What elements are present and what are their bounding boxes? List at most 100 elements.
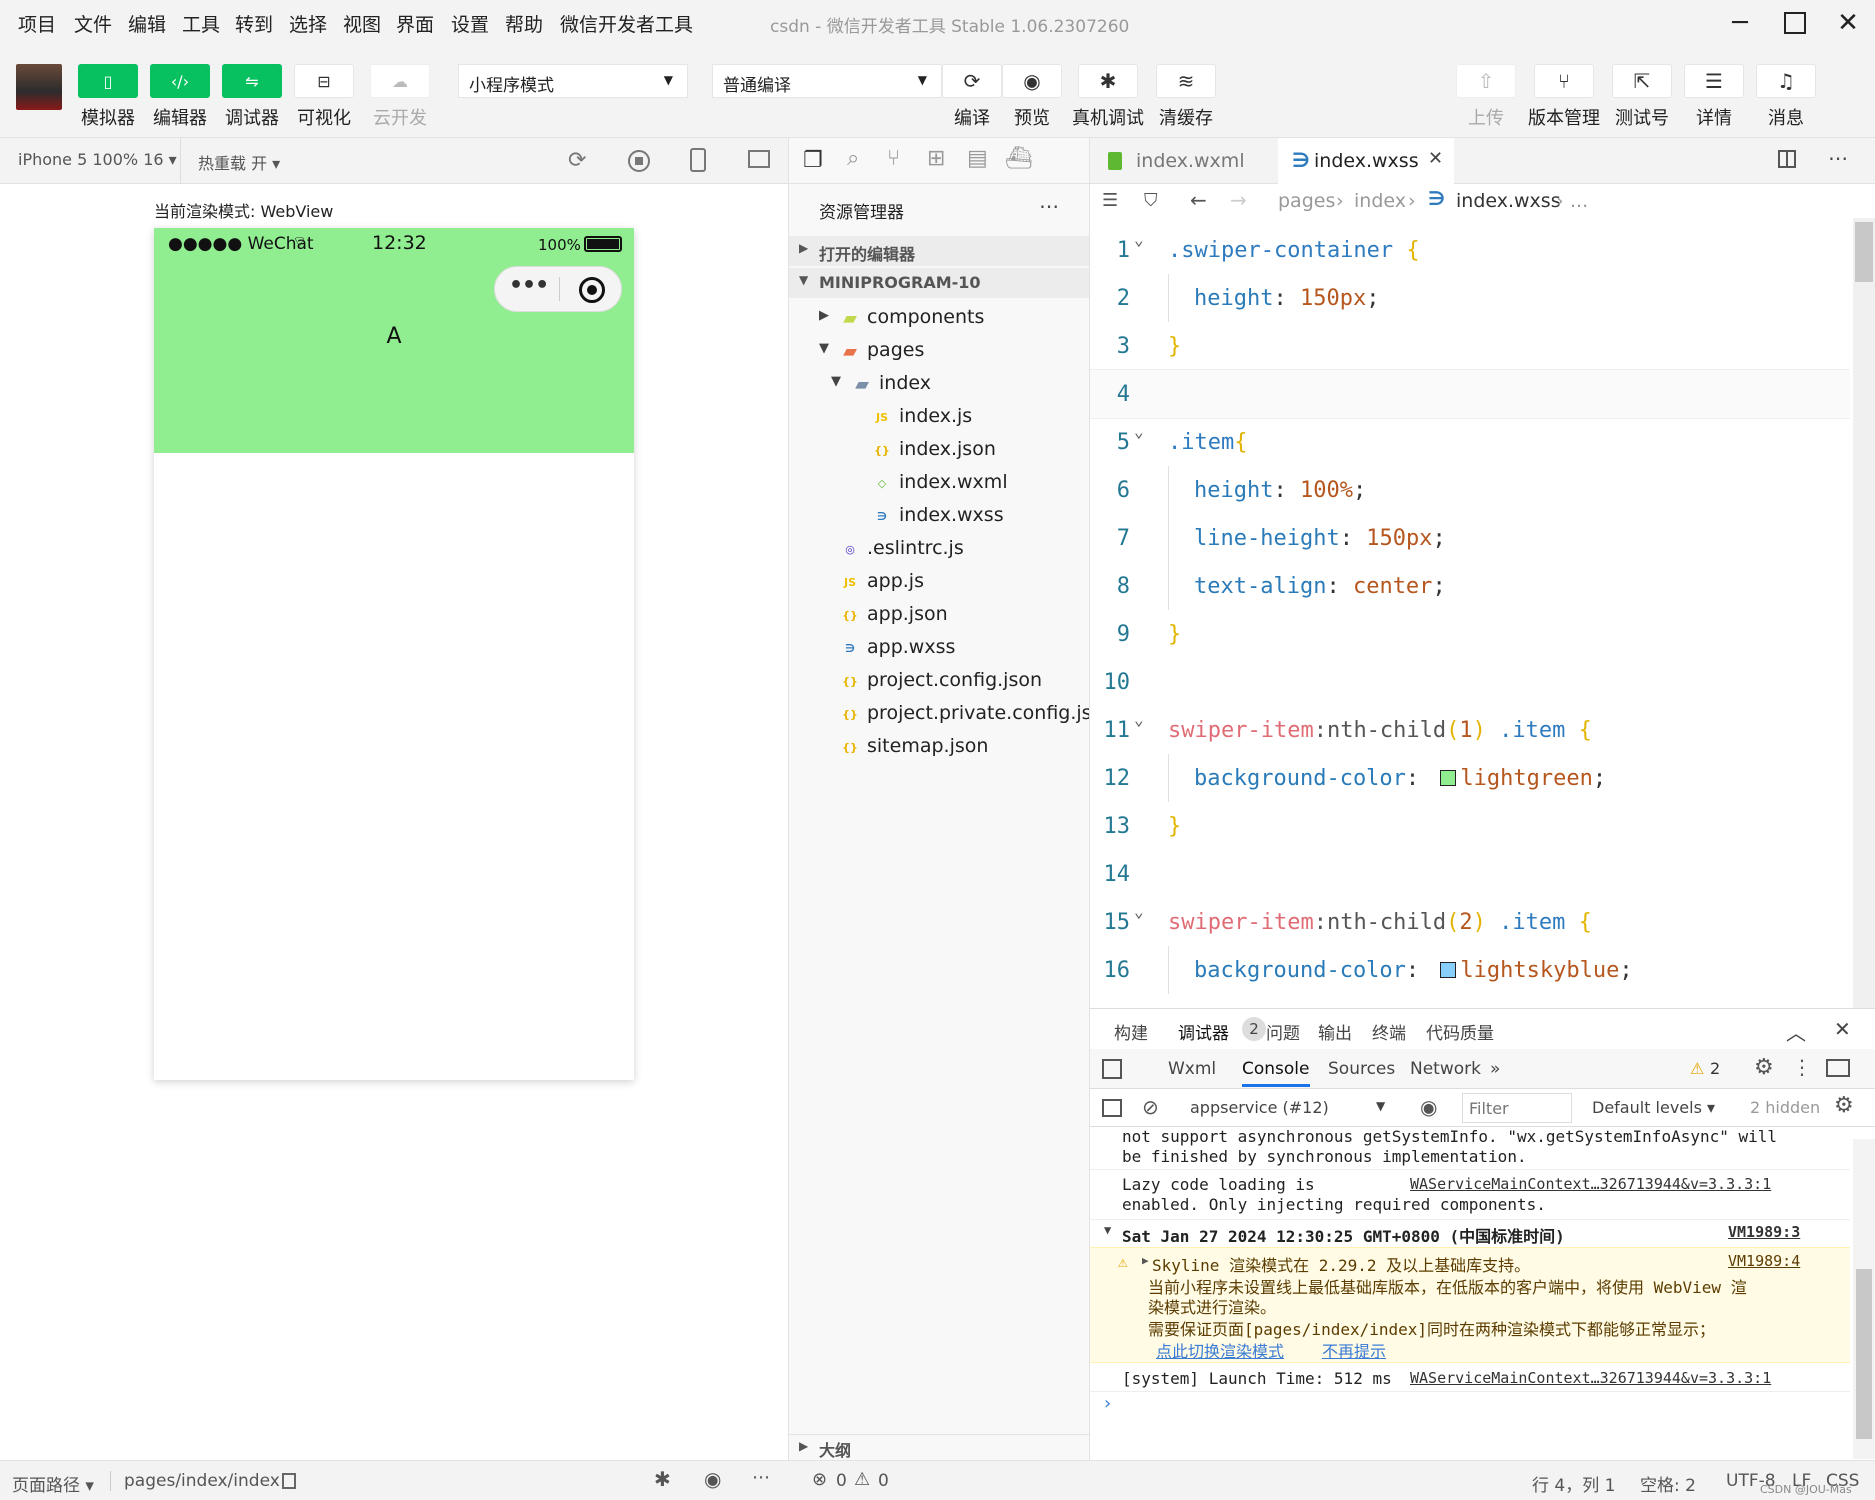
menu-item-6[interactable]: 视图 (343, 10, 381, 37)
menu-item-1[interactable]: 文件 (74, 10, 112, 37)
source-link[interactable]: WAServiceMainContext…326713944&v=3.3.3:1 (1410, 1175, 1771, 1193)
switch-render-link[interactable]: 点此切换渲染模式 (1156, 1338, 1284, 1362)
menu-item-7[interactable]: 界面 (396, 10, 434, 37)
fold-chevron-icon[interactable]: ⌄ (1134, 230, 1144, 249)
toolbar-button-debug-sliders[interactable]: ⇋ (222, 64, 282, 98)
eye-icon[interactable]: ◉ (1420, 1095, 1437, 1119)
breadcrumb-item[interactable]: pages (1278, 190, 1335, 212)
panel-tab-5[interactable]: 代码质量 (1426, 1019, 1494, 1044)
inspect-icon[interactable] (1102, 1059, 1122, 1079)
tree-item-json[interactable]: {} index.json (789, 434, 1089, 466)
close-mp-icon[interactable] (579, 277, 605, 303)
copy-icon[interactable] (282, 1473, 296, 1489)
more-icon[interactable]: ••• (509, 273, 549, 298)
tree-item-json[interactable]: {} project.config.json (789, 665, 1089, 697)
color-swatch-lightgreen[interactable] (1440, 770, 1457, 786)
gear-icon[interactable]: ⚙ (1834, 1093, 1854, 1118)
color-swatch-lightskyblue[interactable] (1440, 962, 1457, 978)
split-editor-icon[interactable] (1778, 150, 1796, 168)
devtools-tab-3[interactable]: Network (1410, 1059, 1481, 1079)
tab-index-wxml[interactable]: index.wxml (1090, 138, 1275, 184)
back-icon[interactable]: ← (1190, 188, 1207, 212)
avatar[interactable] (16, 64, 62, 110)
close-panel-icon[interactable]: ✕ (1834, 1017, 1851, 1041)
panel-tab-3[interactable]: 输出 (1318, 1019, 1352, 1044)
maximize-icon[interactable] (1775, 6, 1815, 40)
menu-item-5[interactable]: 选择 (289, 10, 327, 37)
git-icon[interactable]: ⑂ (887, 146, 900, 171)
files-icon[interactable]: ❐ (803, 148, 823, 173)
forward-icon[interactable]: → (1230, 188, 1247, 212)
indentation[interactable]: 空格: 2 (1640, 1471, 1696, 1496)
tree-item-wxss[interactable]: ∋ app.wxss (789, 632, 1089, 664)
error-count[interactable]: 0 (836, 1471, 847, 1491)
toolbar-button-phone[interactable]: ▯ (78, 64, 138, 98)
list-icon[interactable]: ☰ (1102, 190, 1118, 211)
console-scrollbar[interactable] (1853, 1139, 1875, 1459)
fold-chevron-icon[interactable]: ⌄ (1134, 422, 1144, 441)
device-select[interactable]: iPhone 5 100% 16 ▾ (18, 150, 177, 169)
menu-item-2[interactable]: 编辑 (128, 10, 166, 37)
levels-select[interactable]: Default levels ▾ (1592, 1098, 1715, 1117)
toolbar-button-menu[interactable]: ☰ (1684, 64, 1744, 98)
docker-icon[interactable]: ⛴ (1005, 146, 1033, 171)
gear-icon[interactable]: ⚙ (1754, 1055, 1774, 1080)
toolbar-button-branch[interactable]: ⑂ (1534, 64, 1594, 98)
editor-scrollbar[interactable] (1853, 218, 1875, 1008)
fold-chevron-icon[interactable]: ⌄ (1134, 902, 1144, 921)
tab-index-wxss[interactable]: ∋ index.wxss ✕ (1278, 138, 1454, 184)
source-link[interactable]: WAServiceMainContext…326713944&v=3.3.3:1 (1410, 1369, 1771, 1387)
phone-icon[interactable] (690, 148, 706, 172)
chevron-right-icon[interactable]: ▶ (1142, 1254, 1149, 1267)
toolbar-button-refresh[interactable]: ⟳ (942, 64, 1002, 98)
tree-item-eslint[interactable]: ◎ .eslintrc.js (789, 533, 1089, 565)
popout-icon[interactable] (748, 150, 770, 168)
panel-tab-0[interactable]: 构建 (1114, 1019, 1148, 1044)
tree-item-folder-comp[interactable]: ▶ ▰ components (789, 302, 1089, 334)
tree-item-json[interactable]: {} sitemap.json (789, 731, 1089, 763)
eye-icon[interactable]: ◉ (704, 1467, 721, 1491)
close-tab-icon[interactable]: ✕ (1428, 148, 1443, 169)
extensions-icon[interactable]: ⊞ (927, 146, 945, 171)
more-actions-icon[interactable]: ⋯ (752, 1467, 770, 1488)
toolbar-button-layers[interactable]: ≋ (1156, 64, 1216, 98)
layout-icon[interactable]: ▤ (967, 146, 988, 171)
chevron-up-icon[interactable]: ︿ (1786, 1017, 1806, 1046)
bug-icon[interactable]: ✱ (654, 1467, 671, 1491)
bookmark-icon[interactable]: ⛉ (1144, 190, 1158, 211)
tree-item-js[interactable]: JS app.js (789, 566, 1089, 598)
minimize-icon[interactable]: ─ (1720, 6, 1760, 40)
panel-tab-4[interactable]: 终端 (1372, 1019, 1406, 1044)
menu-item-9[interactable]: 帮助 (505, 10, 543, 37)
devtools-tab-2[interactable]: Sources (1328, 1059, 1395, 1079)
kebab-menu-icon[interactable]: ⋮ (1792, 1055, 1812, 1079)
more-actions-icon[interactable]: ⋯ (1039, 194, 1059, 218)
tree-item-folder[interactable]: ▼ ▰ index (789, 368, 1089, 400)
toolbar-button-eye[interactable]: ◉ (1002, 64, 1062, 98)
menu-item-0[interactable]: 项目 (18, 10, 56, 37)
toolbar-button-layout[interactable]: ⊟ (294, 64, 354, 98)
clear-console-icon[interactable]: ⊘ (1142, 1095, 1159, 1119)
context-select[interactable]: appservice (#12) (1190, 1098, 1329, 1117)
compile-select[interactable]: 普通编译 ▼ (712, 64, 942, 98)
tree-item-wxml[interactable]: ◇ index.wxml (789, 467, 1089, 499)
chevron-down-icon[interactable]: ▼ (1104, 1223, 1111, 1237)
page-path-select[interactable]: 页面路径 ▾ (12, 1471, 94, 1496)
more-actions-icon[interactable]: ⋯ (1828, 146, 1848, 170)
dock-icon[interactable] (1826, 1059, 1850, 1077)
swiper-item[interactable]: ●●●●● WeChat ⌔ 12:32 100% ••• A (154, 228, 634, 453)
devtools-tab-0[interactable]: Wxml (1168, 1059, 1216, 1079)
project-section[interactable]: ▼ MINIPROGRAM-10 (789, 268, 1089, 298)
toolbar-button-external-link[interactable]: ⇱ (1612, 64, 1672, 98)
stop-icon[interactable] (628, 150, 650, 172)
dont-show-again-link[interactable]: 不再提示 (1322, 1338, 1386, 1362)
toolbar-button-bell[interactable]: ♫ (1756, 64, 1816, 98)
search-icon[interactable]: ⌕ (847, 146, 859, 171)
open-editors-section[interactable]: ▶ 打开的编辑器 (789, 236, 1089, 266)
devtools-tab-1[interactable]: Console (1242, 1059, 1310, 1087)
menu-item-3[interactable]: 工具 (182, 10, 220, 37)
tree-item-js[interactable]: JS index.js (789, 401, 1089, 433)
tree-item-json[interactable]: {} project.private.config.js... (789, 698, 1089, 730)
warning-count[interactable]: 2 (1710, 1059, 1720, 1078)
toolbar-button-code[interactable]: ‹/› (150, 64, 210, 98)
